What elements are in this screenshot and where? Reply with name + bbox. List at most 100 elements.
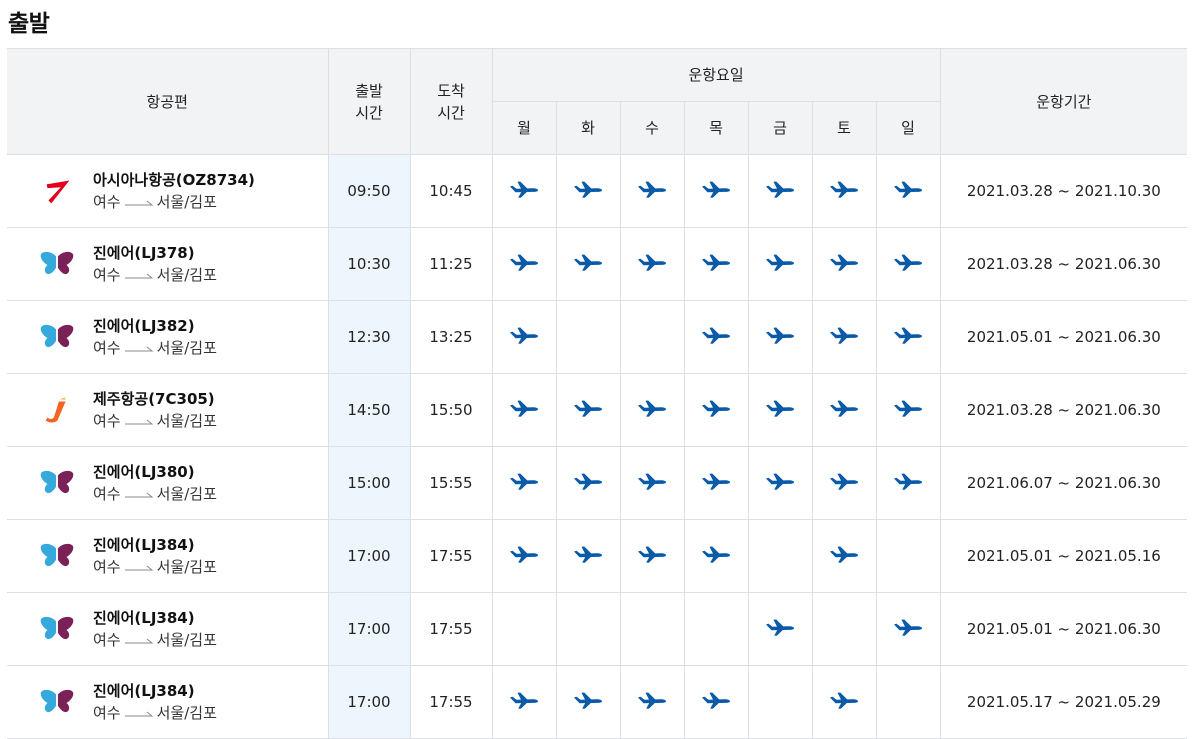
route-arrow-icon (124, 708, 154, 718)
departure-time: 10:30 (327, 227, 411, 301)
route-origin: 여수 (93, 192, 121, 211)
day-cell-mon (491, 300, 557, 374)
flight-cell: 진에어(LJ380) 여수 서울/김포 (7, 446, 329, 520)
arrival-time: 17:55 (409, 592, 493, 666)
flight-cell: 제주항공(7C305) 여수 서울/김포 (7, 373, 329, 447)
airplane-icon (765, 326, 795, 344)
day-cell-wed (619, 373, 685, 447)
arrival-time: 17:55 (409, 665, 493, 739)
departure-time: 12:30 (327, 300, 411, 374)
flight-name: 진에어(LJ384) (93, 681, 195, 700)
airplane-icon (765, 399, 795, 417)
route-origin: 여수 (93, 338, 121, 357)
jinair-logo (37, 244, 77, 284)
arrival-time: 10:45 (409, 154, 493, 228)
airplane-icon (509, 253, 539, 271)
airplane-icon (765, 253, 795, 271)
day-cell-wed (619, 300, 685, 374)
day-cell-wed (619, 154, 685, 228)
day-cell-mon (491, 154, 557, 228)
flight-cell: 진에어(LJ378) 여수 서울/김포 (7, 227, 329, 301)
airplane-icon (701, 180, 731, 198)
day-cell-sat (811, 446, 877, 520)
day-cell-sat (811, 592, 877, 666)
day-cell-thu (683, 665, 749, 739)
airplane-icon (573, 180, 603, 198)
operating-period: 2021.03.28 ~ 2021.10.30 (939, 154, 1188, 228)
day-cell-tue (555, 592, 621, 666)
airplane-icon (573, 691, 603, 709)
day-cell-sat (811, 373, 877, 447)
route-destination: 서울/김포 (156, 484, 217, 503)
airplane-icon (701, 472, 731, 490)
day-cell-sun (875, 373, 941, 447)
header-flight: 항공편 (7, 48, 329, 155)
table-row: 제주항공(7C305) 여수 서울/김포 14:50 15:50 2021.03.28 … (7, 373, 1188, 447)
header-day-mon: 월 (492, 101, 557, 155)
day-cell-sun (875, 300, 941, 374)
airplane-icon (637, 545, 667, 563)
day-cell-fri (747, 154, 813, 228)
day-cell-sat (811, 154, 877, 228)
operating-period: 2021.05.01 ~ 2021.06.30 (939, 300, 1188, 374)
asiana-logo (37, 171, 77, 211)
operating-period: 2021.05.17 ~ 2021.05.29 (939, 665, 1188, 739)
day-cell-wed (619, 592, 685, 666)
flight-name: 진에어(LJ382) (93, 316, 195, 335)
flight-cell: 진에어(LJ384) 여수 서울/김포 (7, 592, 329, 666)
day-cell-sun (875, 519, 941, 593)
arrival-time: 11:25 (409, 227, 493, 301)
flight-name: 아시아나항공(OZ8734) (93, 170, 255, 189)
day-cell-wed (619, 519, 685, 593)
day-cell-fri (747, 300, 813, 374)
airplane-icon (701, 326, 731, 344)
airplane-icon (573, 253, 603, 271)
route-origin: 여수 (93, 557, 121, 576)
route: 여수 서울/김포 (93, 264, 217, 287)
departure-time: 09:50 (327, 154, 411, 228)
day-cell-thu (683, 300, 749, 374)
route-origin: 여수 (93, 484, 121, 503)
departure-time: 17:00 (327, 665, 411, 739)
airplane-icon (829, 253, 859, 271)
header-day-sun: 일 (875, 101, 941, 155)
operating-period: 2021.06.07 ~ 2021.06.30 (939, 446, 1188, 520)
airplane-icon (829, 545, 859, 563)
header-day-thu: 목 (683, 101, 749, 155)
airplane-icon (765, 180, 795, 198)
route-arrow-icon (124, 416, 154, 426)
header-day-sat: 토 (811, 101, 877, 155)
day-cell-tue (555, 300, 621, 374)
jinair-logo (37, 463, 77, 503)
airplane-icon (573, 545, 603, 563)
route-arrow-icon (124, 270, 154, 280)
day-cell-tue (555, 446, 621, 520)
table-row: 진에어(LJ380) 여수 서울/김포 15:00 15:55 2021.06.07 ~… (7, 446, 1188, 520)
airplane-icon (701, 691, 731, 709)
route: 여수 서울/김포 (93, 629, 217, 652)
day-cell-wed (619, 227, 685, 301)
table-row: 아시아나항공(OZ8734) 여수 서울/김포 09:50 10:45 2021.03.… (7, 154, 1188, 228)
day-cell-fri (747, 373, 813, 447)
airplane-icon (573, 472, 603, 490)
airplane-icon (637, 399, 667, 417)
day-cell-mon (491, 665, 557, 739)
flight-cell: 아시아나항공(OZ8734) 여수 서울/김포 (7, 154, 329, 228)
route-destination: 서울/김포 (156, 338, 217, 357)
route-destination: 서울/김포 (156, 411, 217, 430)
day-cell-tue (555, 154, 621, 228)
table-row: 진에어(LJ378) 여수 서울/김포 10:30 11:25 2021.03.28 ~… (7, 227, 1188, 301)
airplane-icon (637, 253, 667, 271)
day-cell-fri (747, 519, 813, 593)
day-cell-sat (811, 300, 877, 374)
route-destination: 서울/김포 (156, 557, 217, 576)
day-cell-tue (555, 519, 621, 593)
jinair-logo (37, 609, 77, 649)
airplane-icon (637, 691, 667, 709)
jinair-logo (37, 682, 77, 722)
day-cell-fri (747, 665, 813, 739)
airplane-icon (509, 545, 539, 563)
arrival-time: 15:55 (409, 446, 493, 520)
arrival-time: 13:25 (409, 300, 493, 374)
flight-cell: 진에어(LJ384) 여수 서울/김포 (7, 665, 329, 739)
